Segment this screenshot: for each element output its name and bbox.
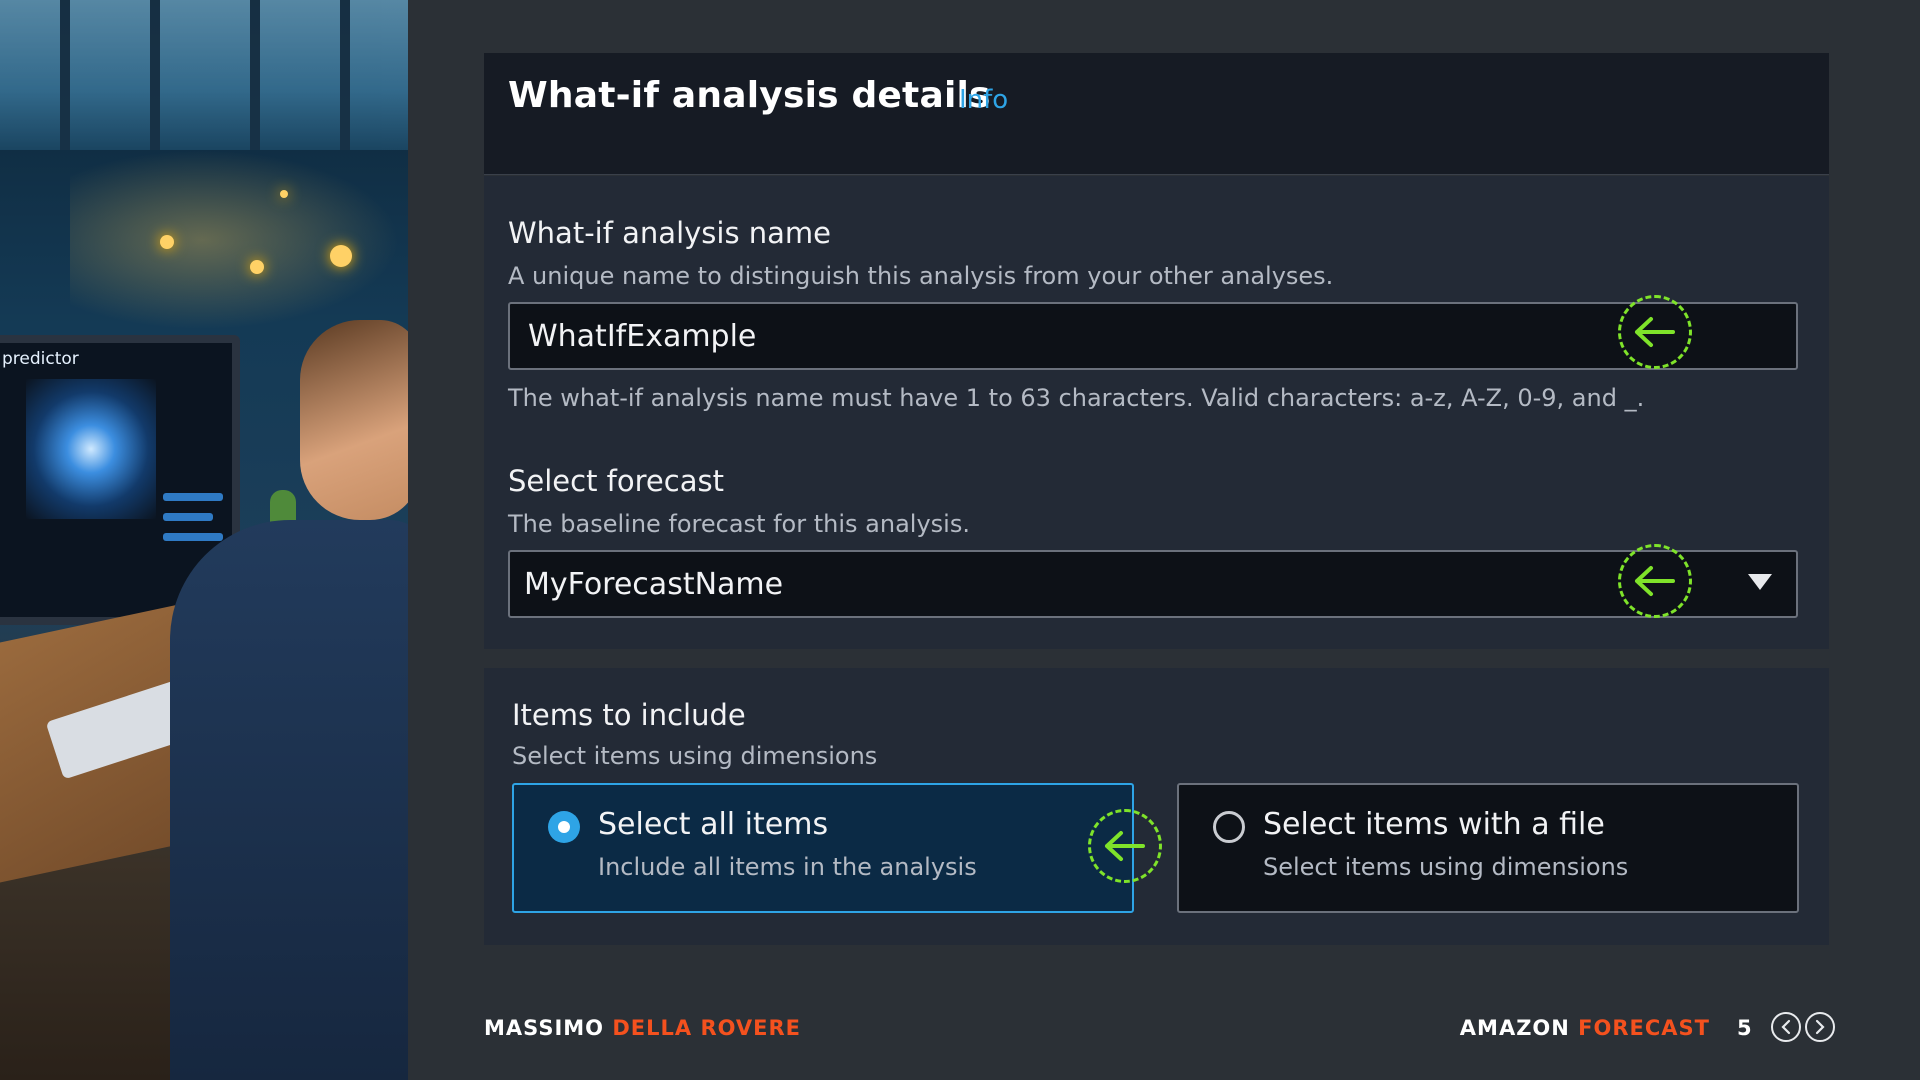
author-first-name: MASSIMO <box>484 1016 605 1040</box>
arrow-left-icon <box>1618 295 1692 369</box>
screen-label: predictor <box>2 349 79 369</box>
name-field-hint: The what-if analysis name must have 1 to… <box>508 384 1645 412</box>
name-field-label: What-if analysis name <box>508 216 832 250</box>
option-select-all-items[interactable]: Select all items Include all items in th… <box>512 783 1134 913</box>
details-card-body: What-if analysis name A unique name to d… <box>484 176 1829 649</box>
person-body <box>170 520 408 1080</box>
author-last-name: DELLA ROVERE <box>612 1016 802 1040</box>
window-background <box>0 0 408 150</box>
option-label: Select items with a file <box>1263 807 1605 842</box>
forecast-selected-value: MyForecastName <box>524 566 784 602</box>
items-card: Items to include Select items using dime… <box>484 668 1829 945</box>
name-field-description: A unique name to distinguish this analys… <box>508 262 1334 290</box>
caret-down-icon <box>1748 574 1772 590</box>
hologram-graph <box>70 150 400 330</box>
option-description: Include all items in the analysis <box>598 853 977 881</box>
option-description: Select items using dimensions <box>1263 853 1629 881</box>
product-last: FORECAST <box>1578 1016 1710 1040</box>
footer-product: AMAZON FORECAST <box>1460 1016 1710 1040</box>
info-link[interactable]: Info <box>959 85 1008 115</box>
forecast-field-label: Select forecast <box>508 464 724 498</box>
footer-author: MASSIMO DELLA ROVERE <box>484 1016 801 1040</box>
arrow-left-icon <box>1088 809 1162 883</box>
page-number: 5 <box>1737 1016 1752 1040</box>
hero-illustration: predictor <box>0 0 408 1080</box>
forecast-select[interactable]: MyForecastName <box>508 550 1798 618</box>
radio-unselected[interactable] <box>1213 811 1245 843</box>
chevron-left-icon[interactable] <box>1771 1012 1801 1042</box>
forecast-field-description: The baseline forecast for this analysis. <box>508 510 970 538</box>
page-title: What-if analysis details <box>508 75 991 116</box>
radio-selected[interactable] <box>548 811 580 843</box>
items-field-description: Select items using dimensions <box>512 742 878 770</box>
arrow-left-icon <box>1618 544 1692 618</box>
analysis-name-input[interactable]: WhatIfExample <box>508 302 1798 370</box>
product-first: AMAZON <box>1459 1016 1570 1040</box>
option-select-items-with-file[interactable]: Select items with a file Select items us… <box>1177 783 1799 913</box>
screen-visual <box>26 379 156 519</box>
analysis-name-value: WhatIfExample <box>528 318 757 354</box>
option-label: Select all items <box>598 807 829 842</box>
details-card-header: What-if analysis details Info <box>484 53 1829 175</box>
chevron-right-icon[interactable] <box>1805 1012 1835 1042</box>
person-head <box>300 320 408 520</box>
items-field-label: Items to include <box>512 698 746 732</box>
